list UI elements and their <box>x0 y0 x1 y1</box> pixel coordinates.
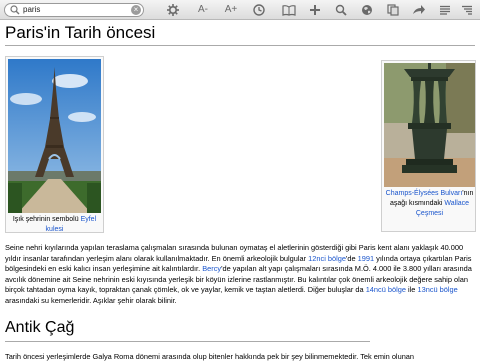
link-12nci-bolge[interactable]: 12nci bölge <box>308 254 346 263</box>
search-icon <box>10 5 20 15</box>
paragraph-antiquity: Tarih öncesi yerleşimlerde Galya Roma dö… <box>5 352 415 361</box>
link-1991[interactable]: 1991 <box>358 254 374 263</box>
history-clock-icon[interactable] <box>248 2 270 18</box>
champs-elysees-link[interactable]: Champs-Élysées Bulvarı <box>386 190 463 197</box>
section-divider <box>5 341 370 342</box>
table-of-contents-icon[interactable] <box>434 2 456 18</box>
paragraph-prehistory: Seine nehri kıyılarında yapılan teraslam… <box>5 243 475 307</box>
section-title-antik-cag: Antik Çağ <box>5 319 75 336</box>
sort-list-icon[interactable] <box>456 2 478 18</box>
font-larger-button[interactable]: A+ <box>220 2 242 18</box>
page-title: Paris'in Tarih öncesi <box>5 23 156 42</box>
wallace-fountain-image[interactable] <box>384 63 475 187</box>
bookmarks-book-icon[interactable] <box>278 2 300 18</box>
language-globe-icon[interactable] <box>356 2 378 18</box>
eiffel-tower-figure: Işık şehrinin sembolü Eyfel kulesi <box>5 56 104 233</box>
font-smaller-button[interactable]: A- <box>192 2 214 18</box>
find-in-page-icon[interactable] <box>330 2 352 18</box>
paragraph-text: arasındaki su kemerleridir. Aşıklar şehi… <box>5 295 177 305</box>
search-field[interactable]: paris × <box>4 3 144 17</box>
wallace-caption: Champs-Élysées Bulvarı'nın aşağı kısmınd… <box>384 189 475 219</box>
eiffel-tower-image[interactable] <box>8 59 101 213</box>
toolbar: paris × A- A+ <box>0 0 480 20</box>
link-13ncu-bolge[interactable]: 13ncü bölge <box>417 285 457 294</box>
share-arrow-icon[interactable] <box>408 2 430 18</box>
link-14ncu-bolge[interactable]: 14ncü bölge <box>366 285 406 294</box>
eiffel-caption: Işık şehrinin sembolü Eyfel kulesi <box>8 215 101 235</box>
add-bookmark-plus-icon[interactable] <box>304 2 326 18</box>
link-bercy[interactable]: Bercy <box>202 264 221 273</box>
wallace-fountain-figure: Champs-Élysées Bulvarı'nın aşağı kısmınd… <box>381 60 476 232</box>
copy-page-icon[interactable] <box>382 2 404 18</box>
search-input[interactable]: paris <box>23 4 40 16</box>
paragraph-text: ile <box>405 285 418 295</box>
paragraph-text: 'de <box>345 253 358 263</box>
title-divider <box>5 45 475 46</box>
clear-search-icon[interactable]: × <box>131 5 141 15</box>
settings-gear-icon[interactable] <box>162 2 184 18</box>
eiffel-caption-text: Işık şehrinin sembolü <box>12 216 81 223</box>
